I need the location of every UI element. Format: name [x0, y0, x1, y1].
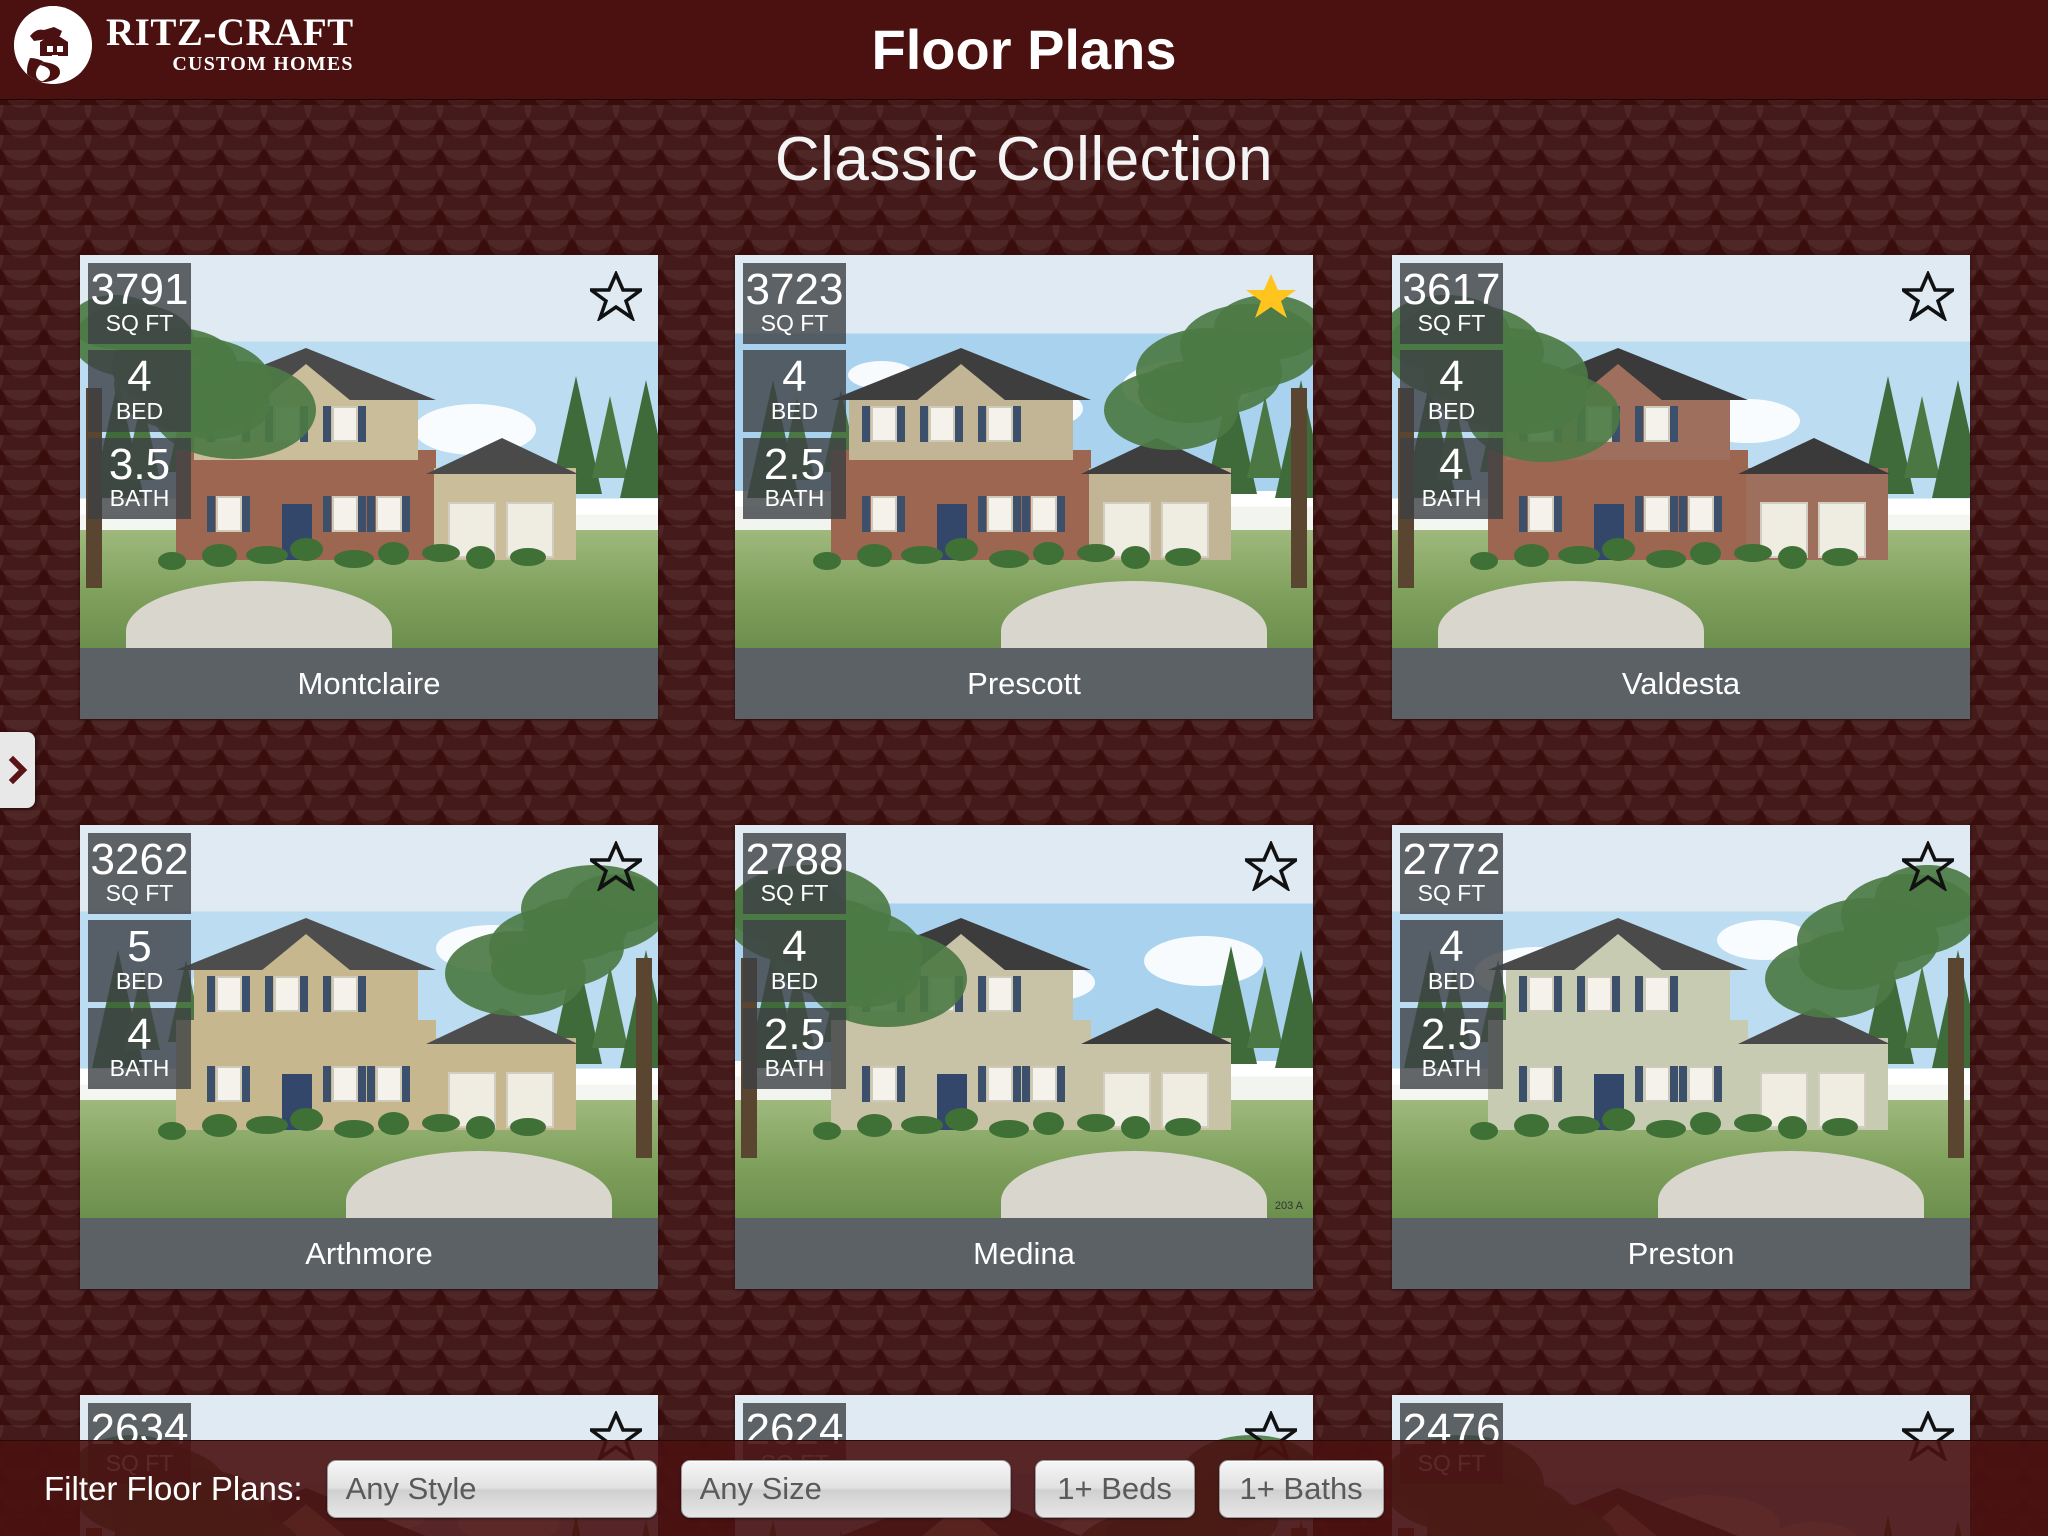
filter-bar: Filter Floor Plans: Any Style Any Size 1… [0, 1440, 2048, 1536]
sqft-badge-label: SQ FT [105, 880, 174, 907]
bath-badge: 2.5 BATH [1400, 1007, 1503, 1090]
bed-badge-value: 4 [782, 922, 807, 972]
bed-badge-value: 5 [127, 922, 152, 972]
floor-plan-card[interactable]: 3791 SQ FT 4 BED 3.5 BATH Montclaire [80, 255, 658, 719]
bath-badge: 2.5 BATH [743, 437, 846, 520]
floor-plan-card[interactable]: 2772 SQ FT 4 BED 2.5 BATH Preston [1392, 825, 1970, 1289]
bed-badge: 4 BED [743, 920, 846, 1002]
filter-label: Filter Floor Plans: [44, 1469, 303, 1507]
sqft-badge-label: SQ FT [760, 310, 829, 337]
plan-name-label: Prescott [735, 648, 1313, 719]
sqft-badge-value: 3262 [90, 835, 189, 884]
bath-badge-value: 2.5 [763, 439, 826, 489]
bath-badge-label: BATH [764, 485, 825, 512]
star-outline-icon[interactable] [1897, 839, 1959, 896]
bath-badge: 4 BATH [88, 1007, 191, 1090]
filter-baths-button[interactable]: 1+ Baths [1218, 1459, 1384, 1518]
sqft-badge-value: 3617 [1402, 265, 1501, 314]
plan-name-label: Montclaire [80, 648, 658, 719]
sqft-badge: 3791 SQ FT [88, 263, 191, 345]
sqft-badge-label: SQ FT [105, 310, 174, 337]
bath-badge: 4 BATH [1400, 437, 1503, 520]
bed-badge: 4 BED [1400, 350, 1503, 432]
floor-plan-card[interactable]: 3723 SQ FT 4 BED 2.5 BATH Prescott [735, 255, 1313, 719]
plan-name-label: Valdesta [1392, 648, 1970, 719]
bed-badge-value: 4 [1439, 922, 1464, 972]
bath-badge-label: BATH [109, 485, 170, 512]
bed-badge-value: 4 [127, 352, 152, 402]
collection-title: Classic Collection [774, 125, 1274, 194]
bed-badge: 4 BED [743, 350, 846, 432]
filter-style-select[interactable]: Any Style [326, 1459, 657, 1518]
plan-stats-badges: 3791 SQ FT 4 BED 3.5 BATH [88, 263, 191, 525]
plan-name-label: Arthmore [80, 1218, 658, 1289]
sqft-badge-label: SQ FT [760, 880, 829, 907]
bed-badge-value: 4 [782, 352, 807, 402]
sidebar-expand-tab[interactable] [0, 732, 35, 808]
star-outline-icon[interactable] [585, 839, 647, 896]
bed-badge: 4 BED [88, 350, 191, 432]
sqft-badge-value: 3723 [745, 265, 844, 314]
bed-badge: 4 BED [1400, 920, 1503, 1002]
floor-plan-card[interactable]: 3262 SQ FT 5 BED 4 BATH Arthmore [80, 825, 658, 1289]
bath-badge-value: 2.5 [1420, 1009, 1483, 1059]
plan-name-label: Medina [735, 1218, 1313, 1289]
bath-badge-label: BATH [1421, 1055, 1482, 1082]
star-outline-icon[interactable] [1240, 839, 1302, 896]
star-outline-icon[interactable] [585, 269, 647, 326]
floor-plan-grid: 3791 SQ FT 4 BED 3.5 BATH Montclaire 3723 SQ FT 4… [0, 255, 2048, 1536]
bath-badge-label: BATH [109, 1055, 170, 1082]
bed-badge-label: BED [115, 397, 164, 424]
bed-badge-label: BED [115, 967, 164, 994]
bath-badge-label: BATH [764, 1055, 825, 1082]
filter-size-select[interactable]: Any Size [680, 1459, 1011, 1518]
filter-beds-button[interactable]: 1+ Beds [1034, 1459, 1195, 1518]
plan-stats-badges: 3723 SQ FT 4 BED 2.5 BATH [743, 263, 846, 525]
bed-badge-label: BED [1427, 967, 1476, 994]
sqft-badge-label: SQ FT [1417, 310, 1486, 337]
plan-stats-badges: 3262 SQ FT 5 BED 4 BATH [88, 833, 191, 1095]
bath-badge: 2.5 BATH [743, 1007, 846, 1090]
sqft-badge: 2772 SQ FT [1400, 833, 1503, 915]
plan-image-caption: 203 A [1274, 1200, 1303, 1212]
sqft-badge: 3262 SQ FT [88, 833, 191, 915]
chevron-right-icon [8, 755, 28, 785]
star-filled-icon[interactable] [1245, 271, 1297, 326]
bath-badge-value: 3.5 [108, 439, 171, 489]
app-header: RITZ-CRAFT CUSTOM HOMES Floor Plans [0, 0, 2048, 100]
bed-badge-label: BED [770, 967, 819, 994]
floor-plan-card[interactable]: 3617 SQ FT 4 BED 4 BATH Valdesta [1392, 255, 1970, 719]
floor-plan-card[interactable]: 203 A 2788 SQ FT 4 BED 2.5 BATH Medina [735, 825, 1313, 1289]
sqft-badge: 2788 SQ FT [743, 833, 846, 915]
sqft-badge: 3723 SQ FT [743, 263, 846, 345]
sqft-badge-value: 3791 [90, 265, 189, 314]
sqft-badge-value: 2788 [745, 835, 844, 884]
sqft-badge: 3617 SQ FT [1400, 263, 1503, 345]
bath-badge-value: 4 [1439, 439, 1464, 489]
bed-badge: 5 BED [88, 920, 191, 1002]
plan-stats-badges: 2788 SQ FT 4 BED 2.5 BATH [743, 833, 846, 1095]
bed-badge-label: BED [770, 397, 819, 424]
bath-badge: 3.5 BATH [88, 437, 191, 520]
bath-badge-value: 4 [127, 1009, 152, 1059]
page-title: Floor Plans [871, 18, 1177, 81]
bed-badge-label: BED [1427, 397, 1476, 424]
bath-badge-value: 2.5 [763, 1009, 826, 1059]
sqft-badge-value: 2772 [1402, 835, 1501, 884]
plan-name-label: Preston [1392, 1218, 1970, 1289]
bath-badge-label: BATH [1421, 485, 1482, 512]
plan-stats-badges: 3617 SQ FT 4 BED 4 BATH [1400, 263, 1503, 525]
star-outline-icon[interactable] [1897, 269, 1959, 326]
plan-stats-badges: 2772 SQ FT 4 BED 2.5 BATH [1400, 833, 1503, 1095]
sqft-badge-label: SQ FT [1417, 880, 1486, 907]
bed-badge-value: 4 [1439, 352, 1464, 402]
